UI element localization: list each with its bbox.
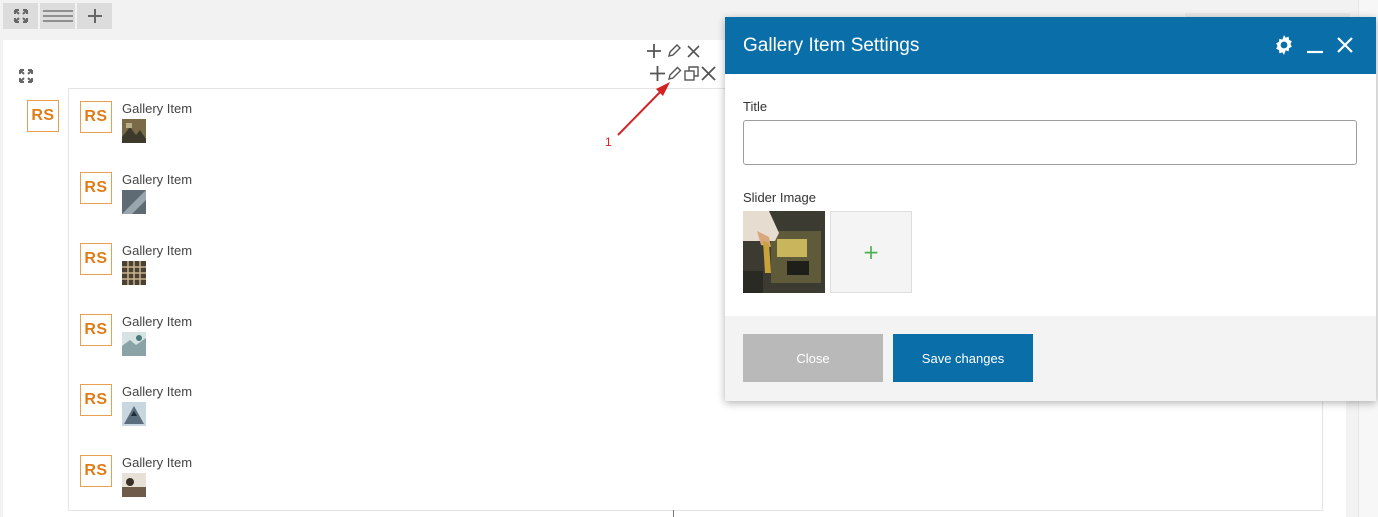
save-changes-button[interactable]: Save changes	[893, 334, 1033, 382]
gallery-item-label: Gallery Item	[122, 384, 193, 399]
expand-icon	[13, 9, 28, 23]
close-icon[interactable]	[701, 66, 716, 81]
close-icon[interactable]	[687, 44, 700, 58]
top-toolbar	[3, 3, 112, 29]
gallery-item-thumbnail	[122, 402, 146, 426]
drop-indicator	[673, 510, 674, 517]
menu-button[interactable]	[40, 3, 75, 29]
dialog-header: Gallery Item Settings	[725, 17, 1376, 74]
pencil-icon[interactable]	[667, 44, 681, 58]
gallery-item[interactable]: RS Gallery Item	[80, 172, 380, 222]
gallery-item[interactable]: RS Gallery Item	[80, 243, 380, 293]
gallery-item-label: Gallery Item	[122, 314, 193, 329]
add-button[interactable]	[77, 3, 112, 29]
menu-icon	[42, 10, 73, 22]
gallery-item[interactable]: RS Gallery Item	[80, 101, 380, 151]
expand-icon	[19, 69, 33, 83]
gallery-item[interactable]: RS Gallery Item	[80, 384, 380, 434]
rs-logo: RS	[27, 100, 59, 132]
dialog-title: Gallery Item Settings	[743, 35, 920, 56]
gallery-item-label: Gallery Item	[122, 101, 193, 116]
row-expand-button[interactable]	[19, 68, 33, 87]
expand-button[interactable]	[3, 3, 38, 29]
slider-image-thumbnail[interactable]	[743, 211, 825, 293]
gallery-item[interactable]: RS Gallery Item	[80, 314, 380, 364]
gallery-item-thumbnail	[122, 119, 146, 143]
rs-logo: RS	[80, 455, 112, 487]
dialog-footer: Close Save changes	[725, 316, 1376, 401]
title-field-label: Title	[743, 99, 768, 114]
clone-icon[interactable]	[684, 66, 699, 81]
close-button[interactable]: Close	[743, 334, 883, 382]
annotation-arrow	[617, 82, 670, 136]
gallery-item-thumbnail	[122, 332, 146, 356]
dialog-header-actions	[1274, 35, 1354, 55]
gallery-item-thumbnail	[122, 190, 146, 214]
rs-logo: RS	[80, 101, 112, 133]
rs-logo: RS	[80, 243, 112, 275]
gallery-item-label: Gallery Item	[122, 172, 193, 187]
gallery-item-thumbnail	[122, 261, 146, 285]
gallery-item[interactable]: RS Gallery Item	[80, 455, 380, 505]
rs-logo: RS	[80, 384, 112, 416]
rs-logo: RS	[80, 172, 112, 204]
gallery-item-label: Gallery Item	[122, 243, 193, 258]
annotation-number: 1	[605, 135, 612, 149]
title-input[interactable]	[743, 120, 1357, 165]
add-image-button[interactable]: +	[830, 211, 912, 293]
gear-icon[interactable]	[1274, 35, 1294, 55]
rs-logo: RS	[80, 314, 112, 346]
close-icon[interactable]	[1336, 36, 1354, 54]
minimize-icon[interactable]	[1306, 36, 1324, 54]
gallery-item-label: Gallery Item	[122, 455, 193, 470]
row-controls	[647, 44, 700, 58]
gallery-item-thumbnail	[122, 473, 146, 497]
gallery-item-settings-dialog: Gallery Item Settings Title Slider Image…	[725, 17, 1376, 401]
slider-image-label: Slider Image	[743, 190, 816, 205]
plus-icon[interactable]	[647, 44, 661, 58]
plus-icon	[87, 9, 102, 23]
